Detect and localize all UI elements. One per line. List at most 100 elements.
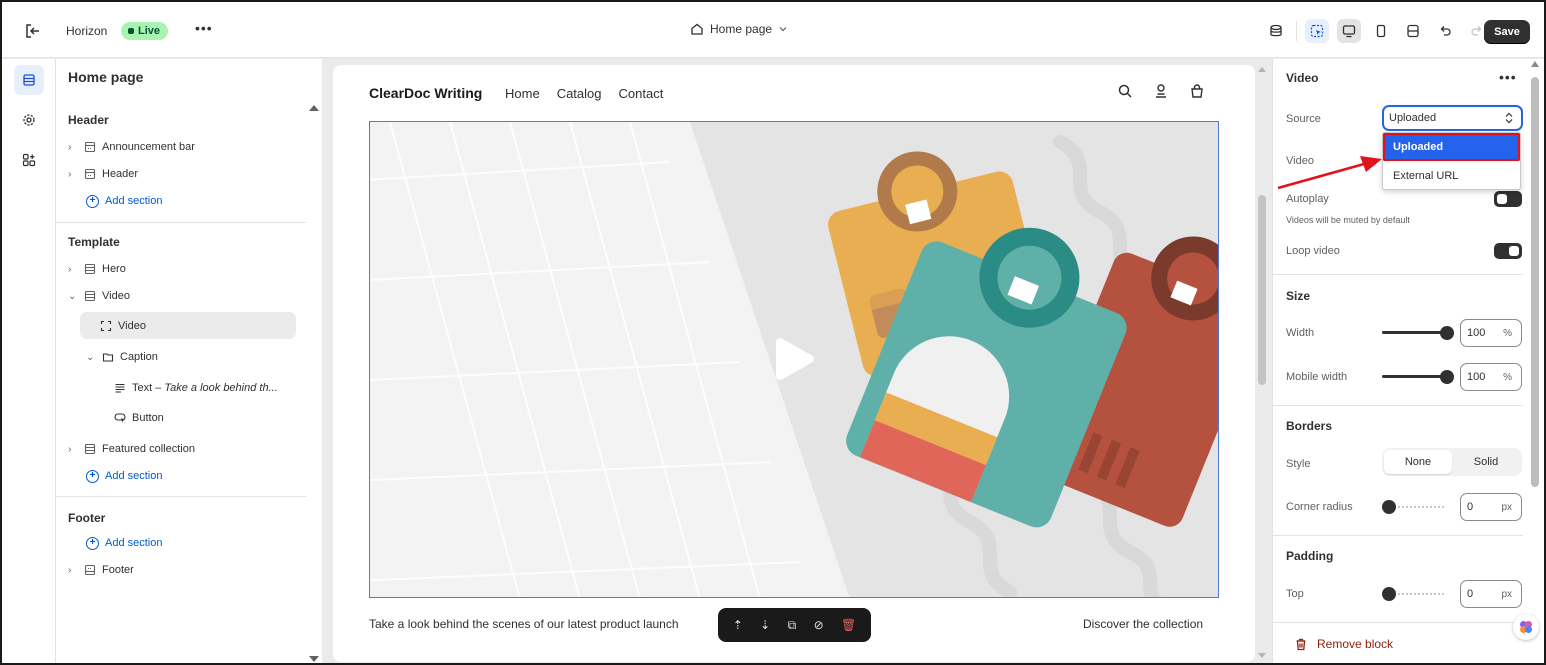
sidebar-item-caption[interactable]: ⌄ Caption — [86, 346, 158, 368]
apps-icon[interactable] — [14, 145, 44, 175]
sidebar-item-hero[interactable]: › Hero — [68, 258, 126, 280]
corner-radius-input[interactable]: 0 px — [1460, 493, 1522, 521]
settings-icon[interactable] — [14, 105, 44, 135]
theme-name: Horizon — [66, 24, 108, 38]
autoplay-toggle[interactable] — [1494, 191, 1522, 207]
section-icon — [84, 290, 96, 302]
move-up-icon[interactable]: ⇡ — [733, 618, 743, 632]
toggle-knob — [1509, 246, 1519, 256]
mobile-width-input[interactable]: 100 % — [1460, 363, 1522, 391]
nav-link-contact[interactable]: Contact — [619, 86, 664, 101]
preview-scrollbar[interactable] — [1258, 65, 1266, 662]
select-arrows-icon — [1505, 112, 1513, 124]
sidebar-item-label: Announcement bar — [102, 141, 195, 153]
add-section-header[interactable]: + Add section — [86, 191, 162, 211]
corner-radius-slider[interactable] — [1382, 500, 1450, 514]
move-down-icon[interactable]: ⇣ — [760, 618, 770, 632]
chevron-right-icon: › — [68, 443, 72, 455]
scroll-down-arrow[interactable] — [1258, 653, 1266, 658]
sections-icon[interactable] — [14, 65, 44, 95]
sidebar-item-label: Hero — [102, 263, 126, 275]
slider-knob[interactable] — [1382, 587, 1396, 601]
sidebar-item-label: Video — [118, 320, 146, 332]
panel-scroll-up[interactable] — [1531, 61, 1539, 67]
sidebar-item-featured-collection[interactable]: › Featured collection — [68, 438, 195, 460]
divider — [1296, 21, 1297, 41]
slider-knob[interactable] — [1440, 370, 1454, 384]
video-placeholder[interactable] — [369, 121, 1219, 598]
store-nav: Home Catalog Contact — [505, 86, 663, 101]
divider — [1273, 274, 1523, 275]
slider-track — [1382, 331, 1444, 334]
save-button[interactable]: Save — [1484, 20, 1530, 44]
add-section-label: Add section — [105, 195, 163, 207]
video-block-row: Video — [100, 315, 146, 337]
sidebar-item-header[interactable]: › Header — [68, 163, 138, 185]
sidebar-item-text[interactable]: Text – Take a look behind th... — [114, 377, 278, 399]
search-icon[interactable] — [1117, 83, 1133, 99]
duplicate-icon[interactable]: ⧉ — [788, 618, 797, 633]
sidebar-title: Home page — [68, 69, 144, 85]
source-select[interactable]: Uploaded — [1382, 105, 1523, 131]
style-option-none[interactable]: None — [1384, 450, 1452, 474]
theme-more-button[interactable]: ••• — [195, 20, 213, 36]
slider-knob[interactable] — [1382, 500, 1396, 514]
width-slider[interactable] — [1382, 326, 1454, 340]
sidebar-item-announcement-bar[interactable]: › Announcement bar — [68, 136, 195, 158]
panel-more-button[interactable]: ••• — [1499, 69, 1517, 85]
autoplay-label: Autoplay — [1286, 193, 1329, 205]
store-brand[interactable]: ClearDoc Writing — [369, 85, 482, 101]
remove-block-button[interactable]: Remove block — [1295, 637, 1393, 651]
divider — [1273, 405, 1523, 406]
page-selector[interactable]: Home page — [690, 22, 788, 36]
section-sidebar: Home page Header › Announcement bar › He… — [56, 59, 322, 663]
undo-icon[interactable] — [1433, 19, 1457, 43]
plus-circle-icon: + — [86, 536, 99, 550]
sidebar-scroll-down[interactable] — [309, 656, 319, 662]
add-section-footer[interactable]: + Add section — [86, 533, 162, 553]
mobile-view-icon[interactable] — [1369, 19, 1393, 43]
delete-icon[interactable]: 🗑 — [841, 618, 856, 632]
slider-knob[interactable] — [1440, 326, 1454, 340]
cart-icon[interactable] — [1189, 83, 1205, 99]
scroll-up-arrow[interactable] — [1258, 67, 1266, 72]
panel-scrollbar[interactable] — [1531, 77, 1539, 487]
padding-top-input[interactable]: 0 px — [1460, 580, 1522, 608]
mobile-width-slider[interactable] — [1382, 370, 1454, 384]
button-icon — [114, 413, 126, 423]
left-rail — [2, 59, 56, 663]
desktop-view-icon[interactable] — [1337, 19, 1361, 43]
corner-radius-label: Corner radius — [1286, 501, 1353, 513]
account-icon[interactable] — [1153, 83, 1169, 99]
mobile-width-label: Mobile width — [1286, 371, 1348, 383]
width-input[interactable]: 100 % — [1460, 319, 1522, 347]
discover-collection-link[interactable]: Discover the collection — [1083, 617, 1203, 631]
nav-link-catalog[interactable]: Catalog — [557, 86, 602, 101]
source-select-value: Uploaded — [1389, 112, 1437, 124]
hide-icon[interactable]: ⊘ — [814, 618, 824, 632]
option-uploaded[interactable]: Uploaded — [1383, 133, 1520, 161]
plus-circle-icon: + — [86, 194, 99, 208]
loop-video-toggle[interactable] — [1494, 243, 1522, 259]
sidebar-scroll-up[interactable] — [309, 105, 319, 111]
sidebar-item-button[interactable]: Button — [114, 407, 164, 429]
full-width-view-icon[interactable] — [1401, 19, 1425, 43]
inspector-icon[interactable] — [1305, 19, 1329, 43]
sidekick-icon[interactable] — [1513, 614, 1539, 640]
block-toolbar: ⇡ ⇣ ⧉ ⊘ 🗑 — [718, 608, 871, 642]
loop-video-label: Loop video — [1286, 245, 1340, 257]
source-dropdown: Uploaded External URL — [1382, 132, 1521, 190]
exit-icon[interactable] — [24, 22, 42, 40]
add-section-template[interactable]: + Add section — [86, 466, 162, 486]
corner-radius-unit: px — [1501, 501, 1512, 513]
padding-top-slider[interactable] — [1382, 587, 1450, 601]
sidebar-item-footer[interactable]: › Footer — [68, 559, 134, 581]
option-external-url[interactable]: External URL — [1383, 162, 1520, 190]
database-icon[interactable] — [1264, 19, 1288, 43]
sidebar-item-video-section[interactable]: ⌄ Video — [68, 285, 130, 307]
scroll-thumb[interactable] — [1258, 195, 1266, 385]
video-caption: Take a look behind the scenes of our lat… — [369, 617, 679, 631]
nav-link-home[interactable]: Home — [505, 86, 540, 101]
style-option-solid[interactable]: Solid — [1452, 450, 1520, 474]
live-dot-icon — [128, 28, 134, 34]
